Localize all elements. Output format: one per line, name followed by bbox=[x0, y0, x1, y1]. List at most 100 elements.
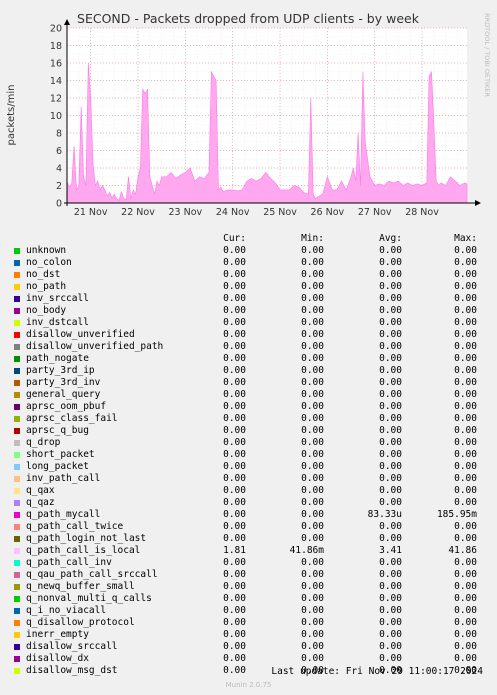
legend-row: q_qau_path_call_srccall 0.00 0.00 0.00 0.00 bbox=[0, 569, 497, 581]
legend-avg: 0.00 bbox=[379, 521, 402, 532]
legend-swatch bbox=[14, 260, 20, 266]
legend-max: 0.00 bbox=[454, 413, 477, 424]
legend-max: 0.00 bbox=[454, 437, 477, 448]
x-tick-label: 21 Nov bbox=[74, 207, 108, 218]
legend-min: 0.00 bbox=[301, 629, 324, 640]
legend-swatch bbox=[14, 404, 20, 410]
y-tick-label: 0 bbox=[56, 199, 62, 210]
legend-cur: 0.00 bbox=[223, 269, 246, 280]
legend-name: q_qau_path_call_srccall bbox=[26, 569, 158, 580]
legend-name: disallow_srccall bbox=[26, 641, 118, 652]
legend-row: q_path_mycall 0.00 0.00 83.33u 185.95m bbox=[0, 509, 497, 521]
y-tick-label: 8 bbox=[56, 129, 62, 140]
legend-name: q_path_mycall bbox=[26, 509, 101, 520]
legend-name: q_disallow_protocol bbox=[26, 617, 135, 628]
legend-cur: 0.00 bbox=[223, 305, 246, 316]
legend-cur: 0.00 bbox=[223, 617, 246, 628]
legend-swatch bbox=[14, 416, 20, 422]
legend-cur: 0.00 bbox=[223, 605, 246, 616]
legend-cur: 0.00 bbox=[223, 497, 246, 508]
legend-min: 0.00 bbox=[301, 245, 324, 256]
legend-name: inv_dstcall bbox=[26, 317, 89, 328]
legend-avg: 0.00 bbox=[379, 401, 402, 412]
legend-avg: 0.00 bbox=[379, 365, 402, 376]
legend-header: Cur: Min: Avg: Max: bbox=[0, 233, 497, 245]
legend-max: 0.00 bbox=[454, 389, 477, 400]
legend-max: 0.00 bbox=[454, 245, 477, 256]
legend-avg: 0.00 bbox=[379, 281, 402, 292]
legend-cur: 0.00 bbox=[223, 341, 246, 352]
legend-min: 0.00 bbox=[301, 281, 324, 292]
legend-cur: 0.00 bbox=[223, 521, 246, 532]
legend-swatch bbox=[14, 596, 20, 602]
legend-avg: 0.00 bbox=[379, 569, 402, 580]
legend-min: 0.00 bbox=[301, 353, 324, 364]
legend-row: disallow_unverified_path 0.00 0.00 0.00 0.00 bbox=[0, 341, 497, 353]
legend-swatch bbox=[14, 620, 20, 626]
legend-max: 0.00 bbox=[454, 485, 477, 496]
y-tick-label: 16 bbox=[50, 59, 62, 70]
legend-row: q_nonval_multi_q_calls 0.00 0.00 0.00 0.00 bbox=[0, 593, 497, 605]
legend-avg: 0.00 bbox=[379, 533, 402, 544]
legend-swatch bbox=[14, 524, 20, 530]
legend-row: inv_path_call 0.00 0.00 0.00 0.00 bbox=[0, 473, 497, 485]
legend-swatch bbox=[14, 440, 20, 446]
legend-avg: 0.00 bbox=[379, 593, 402, 604]
x-tick-labels: 21 Nov 22 Nov 23 Nov 24 Nov 25 Nov 26 Nov 27 N… bbox=[74, 207, 439, 218]
legend-name: unknown bbox=[26, 245, 67, 256]
y-tick-label: 12 bbox=[50, 94, 62, 105]
legend-max: 0.00 bbox=[454, 569, 477, 580]
legend-min: 0.00 bbox=[301, 341, 324, 352]
munin-version: Munin 2.0.75 bbox=[225, 681, 272, 689]
legend-row: party_3rd_inv 0.00 0.00 0.00 0.00 bbox=[0, 377, 497, 389]
y-axis-label: packets/min bbox=[6, 85, 17, 146]
legend-row: q_path_call_inv 0.00 0.00 0.00 0.00 bbox=[0, 557, 497, 569]
legend-cur: 0.00 bbox=[223, 257, 246, 268]
legend-name: party_3rd_inv bbox=[26, 377, 101, 388]
legend-name: q_qax bbox=[26, 485, 55, 496]
legend-max: 0.00 bbox=[454, 641, 477, 652]
legend-swatch bbox=[14, 308, 20, 314]
legend-swatch bbox=[14, 512, 20, 518]
legend-name: q_nonval_multi_q_calls bbox=[26, 593, 152, 604]
x-tick-label: 27 Nov bbox=[358, 207, 392, 218]
legend-name: q_newq_buffer_small bbox=[26, 581, 135, 592]
legend-min: 0.00 bbox=[301, 617, 324, 628]
chart: 0 2 4 6 8 10 12 14 16 18 20 21 Nov 22 Nov 23 Nov 24 N… bbox=[6, 11, 491, 218]
legend-max: 185.95m bbox=[436, 509, 477, 520]
legend-min: 0.00 bbox=[301, 329, 324, 340]
legend-name: q_path_call_inv bbox=[26, 557, 112, 568]
legend-max: 0.00 bbox=[454, 329, 477, 340]
x-tick-label: 24 Nov bbox=[216, 207, 250, 218]
y-tick-label: 14 bbox=[50, 76, 62, 87]
legend-cur: 0.00 bbox=[223, 413, 246, 424]
legend-max: 0.00 bbox=[454, 425, 477, 436]
legend-swatch bbox=[14, 344, 20, 350]
legend-avg: 0.00 bbox=[379, 293, 402, 304]
legend-avg: 3.41 bbox=[379, 545, 402, 556]
legend-name: disallow_unverified bbox=[26, 329, 135, 340]
legend-cur: 0.00 bbox=[223, 293, 246, 304]
legend-name: inerr_empty bbox=[26, 629, 89, 640]
legend-row: disallow_unverified 0.00 0.00 0.00 0.00 bbox=[0, 329, 497, 341]
legend-swatch bbox=[14, 488, 20, 494]
legend-row: long_packet 0.00 0.00 0.00 0.00 bbox=[0, 461, 497, 473]
x-tick-label: 26 Nov bbox=[311, 207, 345, 218]
legend-max: 0.00 bbox=[454, 269, 477, 280]
legend-row: q_i_no_viacall 0.00 0.00 0.00 0.00 bbox=[0, 605, 497, 617]
legend-min: 0.00 bbox=[301, 293, 324, 304]
chart-title: SECOND - Packets dropped from UDP client… bbox=[77, 11, 420, 26]
legend-row: q_disallow_protocol 0.00 0.00 0.00 0.00 bbox=[0, 617, 497, 629]
legend-avg: 0.00 bbox=[379, 377, 402, 388]
legend-name: disallow_unverified_path bbox=[26, 341, 164, 352]
legend-name: long_packet bbox=[26, 461, 89, 472]
legend-max: 0.00 bbox=[454, 473, 477, 484]
legend-cur: 0.00 bbox=[223, 461, 246, 472]
legend-swatch bbox=[14, 356, 20, 362]
legend: Cur: Min: Avg: Max: unknown 0.00 0.00 0.00 0… bbox=[0, 233, 497, 677]
legend-avg: 0.00 bbox=[379, 629, 402, 640]
legend-name: no_colon bbox=[26, 257, 72, 268]
legend-max: 0.00 bbox=[454, 317, 477, 328]
legend-cur: 0.00 bbox=[223, 353, 246, 364]
legend-swatch bbox=[14, 332, 20, 338]
